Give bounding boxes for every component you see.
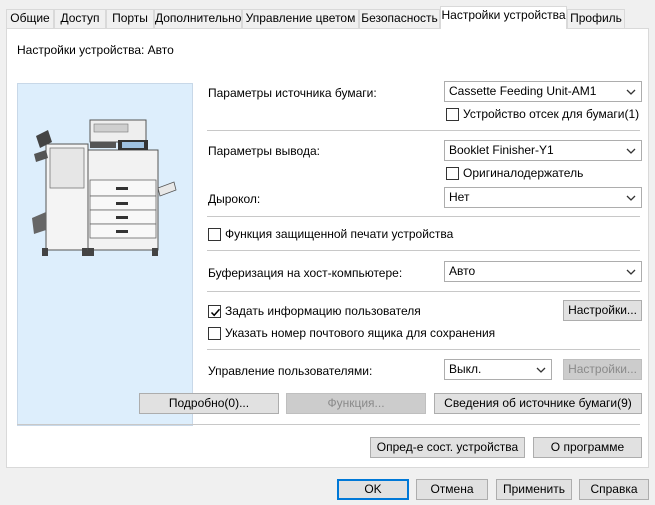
punch-label: Дырокол: [208, 192, 261, 206]
user-info-checkbox[interactable]: Задать информацию пользователя [208, 304, 421, 318]
tab-advanced[interactable]: Дополнительно [154, 9, 242, 28]
chevron-down-icon [626, 188, 636, 201]
tab-ports[interactable]: Порты [106, 9, 154, 28]
ok-button[interactable]: OK [337, 479, 409, 500]
chevron-down-icon [626, 141, 636, 154]
tab-color-management[interactable]: Управление цветом [242, 9, 359, 28]
device-settings-label: Настройки устройства: Авто [17, 43, 174, 57]
printer-preview [17, 83, 193, 426]
tab-device-settings[interactable]: Настройки устройства [440, 6, 567, 29]
separator [207, 130, 640, 131]
paper-source-select[interactable]: Cassette Feeding Unit-AM1 [444, 81, 642, 102]
secure-print-label: Функция защищенной печати устройства [225, 227, 454, 241]
paper-source-value: Cassette Feeding Unit-AM1 [449, 84, 597, 98]
spooling-label: Буферизация на хост-компьютере: [208, 266, 403, 280]
function-button[interactable]: Функция... [286, 393, 426, 414]
user-management-settings-button[interactable]: Настройки... [563, 359, 642, 380]
user-info-label: Задать информацию пользователя [225, 304, 421, 318]
details-button[interactable]: Подробно(0)... [139, 393, 279, 414]
checkbox-box[interactable] [208, 326, 221, 340]
secure-print-checkbox[interactable]: Функция защищенной печати устройства [208, 227, 453, 241]
mailbox-checkbox[interactable]: Указать номер почтового ящика для сохран… [208, 326, 495, 340]
detect-status-button[interactable]: Опред-е сост. устройства [370, 437, 525, 458]
apply-button[interactable]: Применить [496, 479, 572, 500]
punch-select[interactable]: Нет [444, 187, 642, 208]
paper-deck-checkbox[interactable]: Устройство отсек для бумаги(1) [446, 107, 639, 121]
tab-general[interactable]: Общие [6, 9, 54, 28]
checkbox-box[interactable] [446, 107, 459, 121]
paper-source-info-button[interactable]: Сведения об источнике бумаги(9) [434, 393, 642, 414]
tab-profile[interactable]: Профиль [567, 9, 625, 28]
chevron-down-icon [536, 360, 546, 373]
output-value: Booklet Finisher-Y1 [449, 143, 554, 157]
user-management-value: Выкл. [449, 362, 482, 376]
original-holder-checkbox[interactable]: Оригиналодержатель [446, 166, 583, 180]
separator [207, 291, 640, 292]
printer-illustration-icon [32, 119, 177, 256]
separator [207, 349, 640, 350]
separator [17, 424, 640, 425]
chevron-down-icon [626, 82, 636, 95]
tab-security[interactable]: Безопасность [359, 9, 440, 28]
spooling-value: Авто [449, 264, 476, 278]
paper-deck-label: Устройство отсек для бумаги(1) [463, 107, 640, 121]
about-button[interactable]: О программе [533, 437, 642, 458]
checkbox-box[interactable] [208, 227, 221, 241]
spooling-select[interactable]: Авто [444, 261, 642, 282]
output-label: Параметры вывода: [208, 144, 320, 158]
punch-value: Нет [449, 190, 470, 204]
user-management-select[interactable]: Выкл. [444, 359, 552, 380]
paper-source-label: Параметры источника бумаги: [208, 86, 377, 100]
mailbox-label: Указать номер почтового ящика для сохран… [225, 326, 496, 340]
checkbox-box[interactable] [446, 166, 459, 180]
cancel-button[interactable]: Отмена [416, 479, 488, 500]
checkmark-icon [210, 308, 221, 316]
output-select[interactable]: Booklet Finisher-Y1 [444, 140, 642, 161]
checkbox-box[interactable] [208, 304, 221, 318]
user-management-label: Управление пользователями: [208, 364, 373, 378]
tab-bar: Общие Доступ Порты Дополнительно Управле… [6, 6, 646, 29]
original-holder-label: Оригиналодержатель [463, 166, 584, 180]
chevron-down-icon [626, 262, 636, 275]
user-info-settings-button[interactable]: Настройки... [563, 300, 642, 321]
separator [207, 250, 640, 251]
help-button[interactable]: Справка [579, 479, 649, 500]
separator [207, 216, 640, 217]
tab-sharing[interactable]: Доступ [54, 9, 106, 28]
